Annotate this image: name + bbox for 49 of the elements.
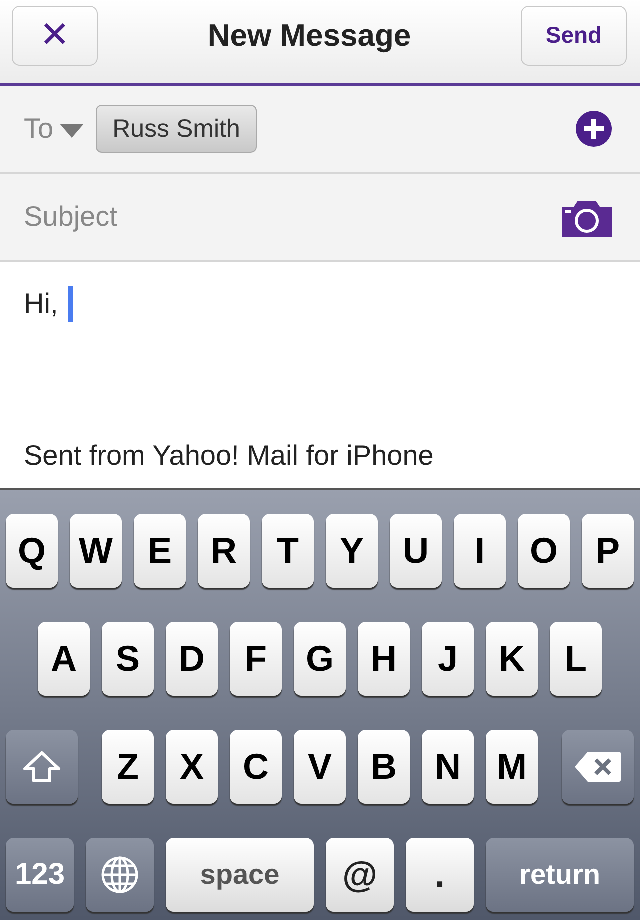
keyboard-key[interactable]: O <box>518 514 570 588</box>
backspace-key[interactable] <box>562 730 634 804</box>
shift-key[interactable] <box>6 730 78 804</box>
keyboard-key[interactable]: Y <box>326 514 378 588</box>
keyboard-key[interactable]: W <box>70 514 122 588</box>
camera-icon[interactable] <box>562 199 612 237</box>
keyboard-key[interactable]: J <box>422 622 474 696</box>
keyboard-key[interactable]: D <box>166 622 218 696</box>
keyboard-key[interactable]: U <box>390 514 442 588</box>
message-text: Hi, <box>24 288 58 320</box>
keyboard-key[interactable]: Q <box>6 514 58 588</box>
keyboard-key[interactable]: S <box>102 622 154 696</box>
globe-icon <box>100 855 140 895</box>
window-title: New Message <box>208 18 412 54</box>
keyboard-key[interactable]: V <box>294 730 346 804</box>
add-contact-icon[interactable] <box>576 111 612 147</box>
keyboard-key[interactable]: 123 <box>6 838 74 912</box>
keyboard-key[interactable]: X <box>166 730 218 804</box>
keyboard-key[interactable]: A <box>38 622 90 696</box>
dropdown-triangle-icon[interactable] <box>60 124 84 138</box>
keyboard-key[interactable]: @ <box>326 838 394 912</box>
keyboard-key[interactable]: . <box>406 838 474 912</box>
shift-icon <box>22 750 62 784</box>
to-label: To <box>24 113 54 145</box>
text-cursor <box>68 286 74 322</box>
keyboard-key[interactable]: N <box>422 730 474 804</box>
close-button[interactable]: ✕ <box>12 6 98 66</box>
return-key[interactable]: return <box>486 838 634 912</box>
keyboard-key[interactable]: I <box>454 514 506 588</box>
keyboard-key[interactable]: E <box>134 514 186 588</box>
backspace-icon <box>574 751 622 783</box>
recipient-chip[interactable]: Russ Smith <box>96 105 258 153</box>
keyboard-key[interactable]: F <box>230 622 282 696</box>
keyboard-key[interactable]: L <box>550 622 602 696</box>
keyboard-key[interactable]: Z <box>102 730 154 804</box>
keyboard-key[interactable]: H <box>358 622 410 696</box>
globe-key[interactable] <box>86 838 154 912</box>
send-button[interactable]: Send <box>520 6 627 66</box>
space-key[interactable]: space <box>166 838 314 912</box>
keyboard-key[interactable]: T <box>262 514 314 588</box>
keyboard-key[interactable]: G <box>294 622 346 696</box>
keyboard-key[interactable]: C <box>230 730 282 804</box>
signature-text: Sent from Yahoo! Mail for iPhone <box>24 440 435 472</box>
subject-field[interactable]: Subject <box>0 174 640 262</box>
keyboard-key[interactable]: P <box>582 514 634 588</box>
keyboard-key[interactable]: M <box>486 730 538 804</box>
keyboard-key[interactable]: B <box>358 730 410 804</box>
keyboard-key[interactable]: K <box>486 622 538 696</box>
keyboard-key[interactable]: R <box>198 514 250 588</box>
